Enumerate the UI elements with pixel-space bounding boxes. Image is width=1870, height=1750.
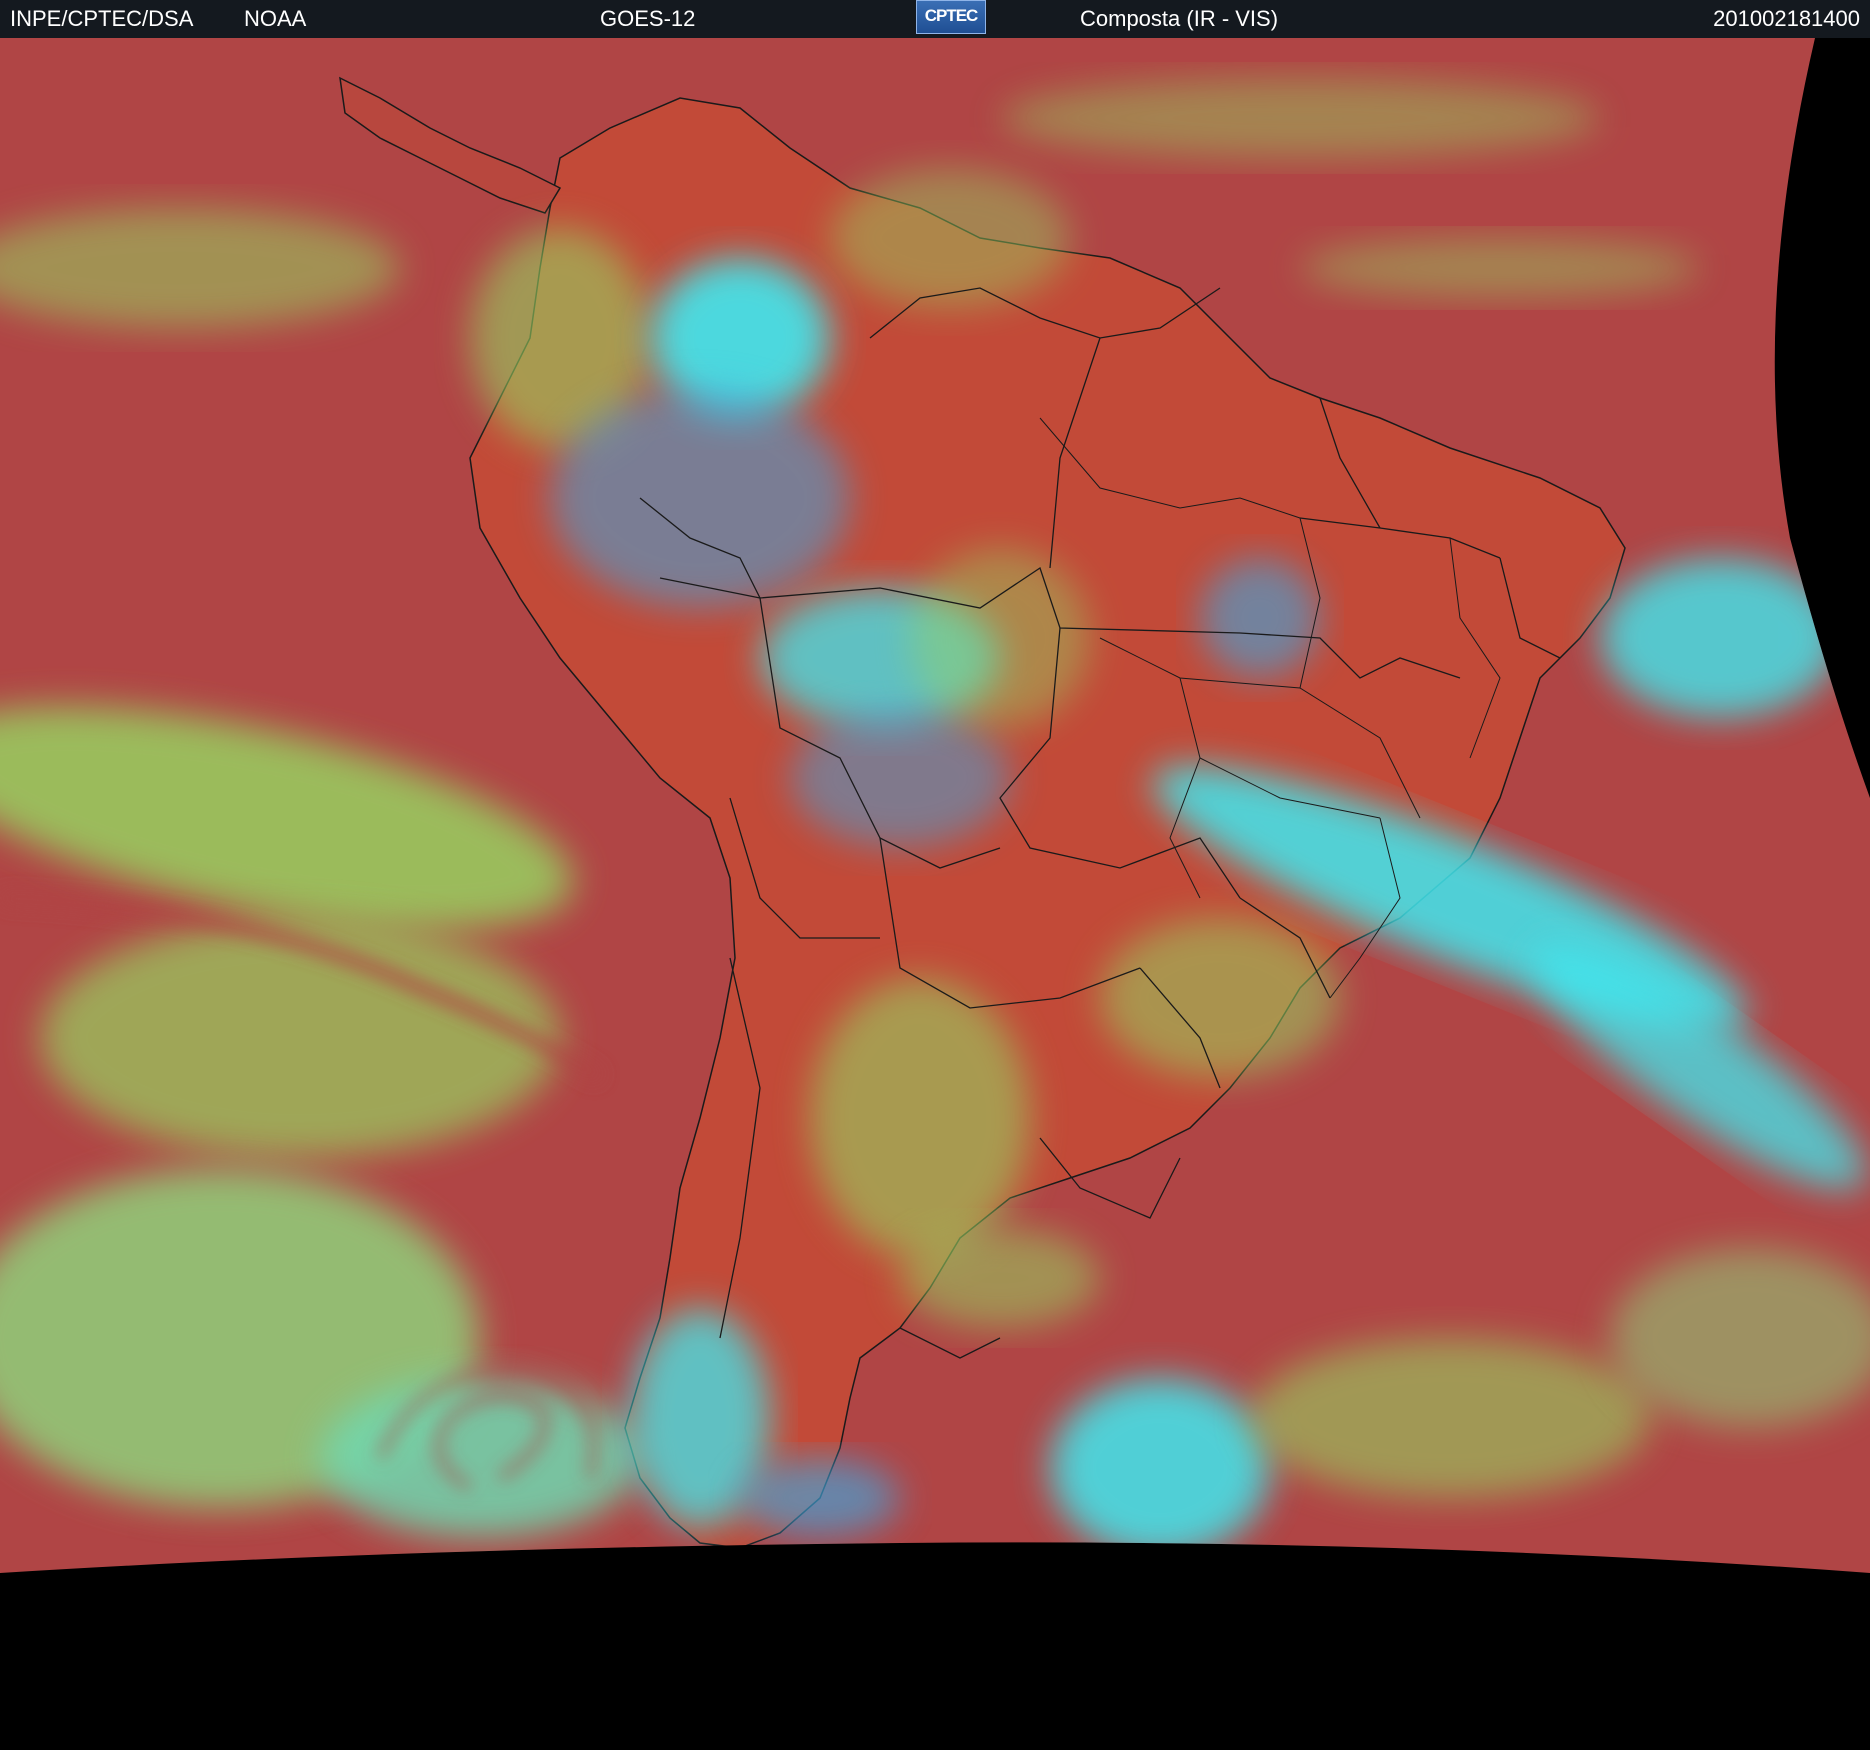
cptec-logo: CPTEC	[916, 0, 986, 34]
timestamp-label: 201002181400	[1713, 6, 1860, 31]
source-label: INPE/CPTEC/DSA	[10, 6, 194, 31]
satellite-label: GOES-12	[600, 6, 696, 31]
image-header: INPE/CPTEC/DSA NOAA GOES-12 CPTEC Compos…	[0, 0, 1870, 38]
scan-area	[0, 38, 1870, 1573]
product-label: Composta (IR - VIS)	[1080, 6, 1279, 31]
satellite-image	[0, 38, 1870, 1750]
satellite-map[interactable]	[0, 38, 1870, 1750]
agency-label: NOAA	[244, 6, 307, 31]
